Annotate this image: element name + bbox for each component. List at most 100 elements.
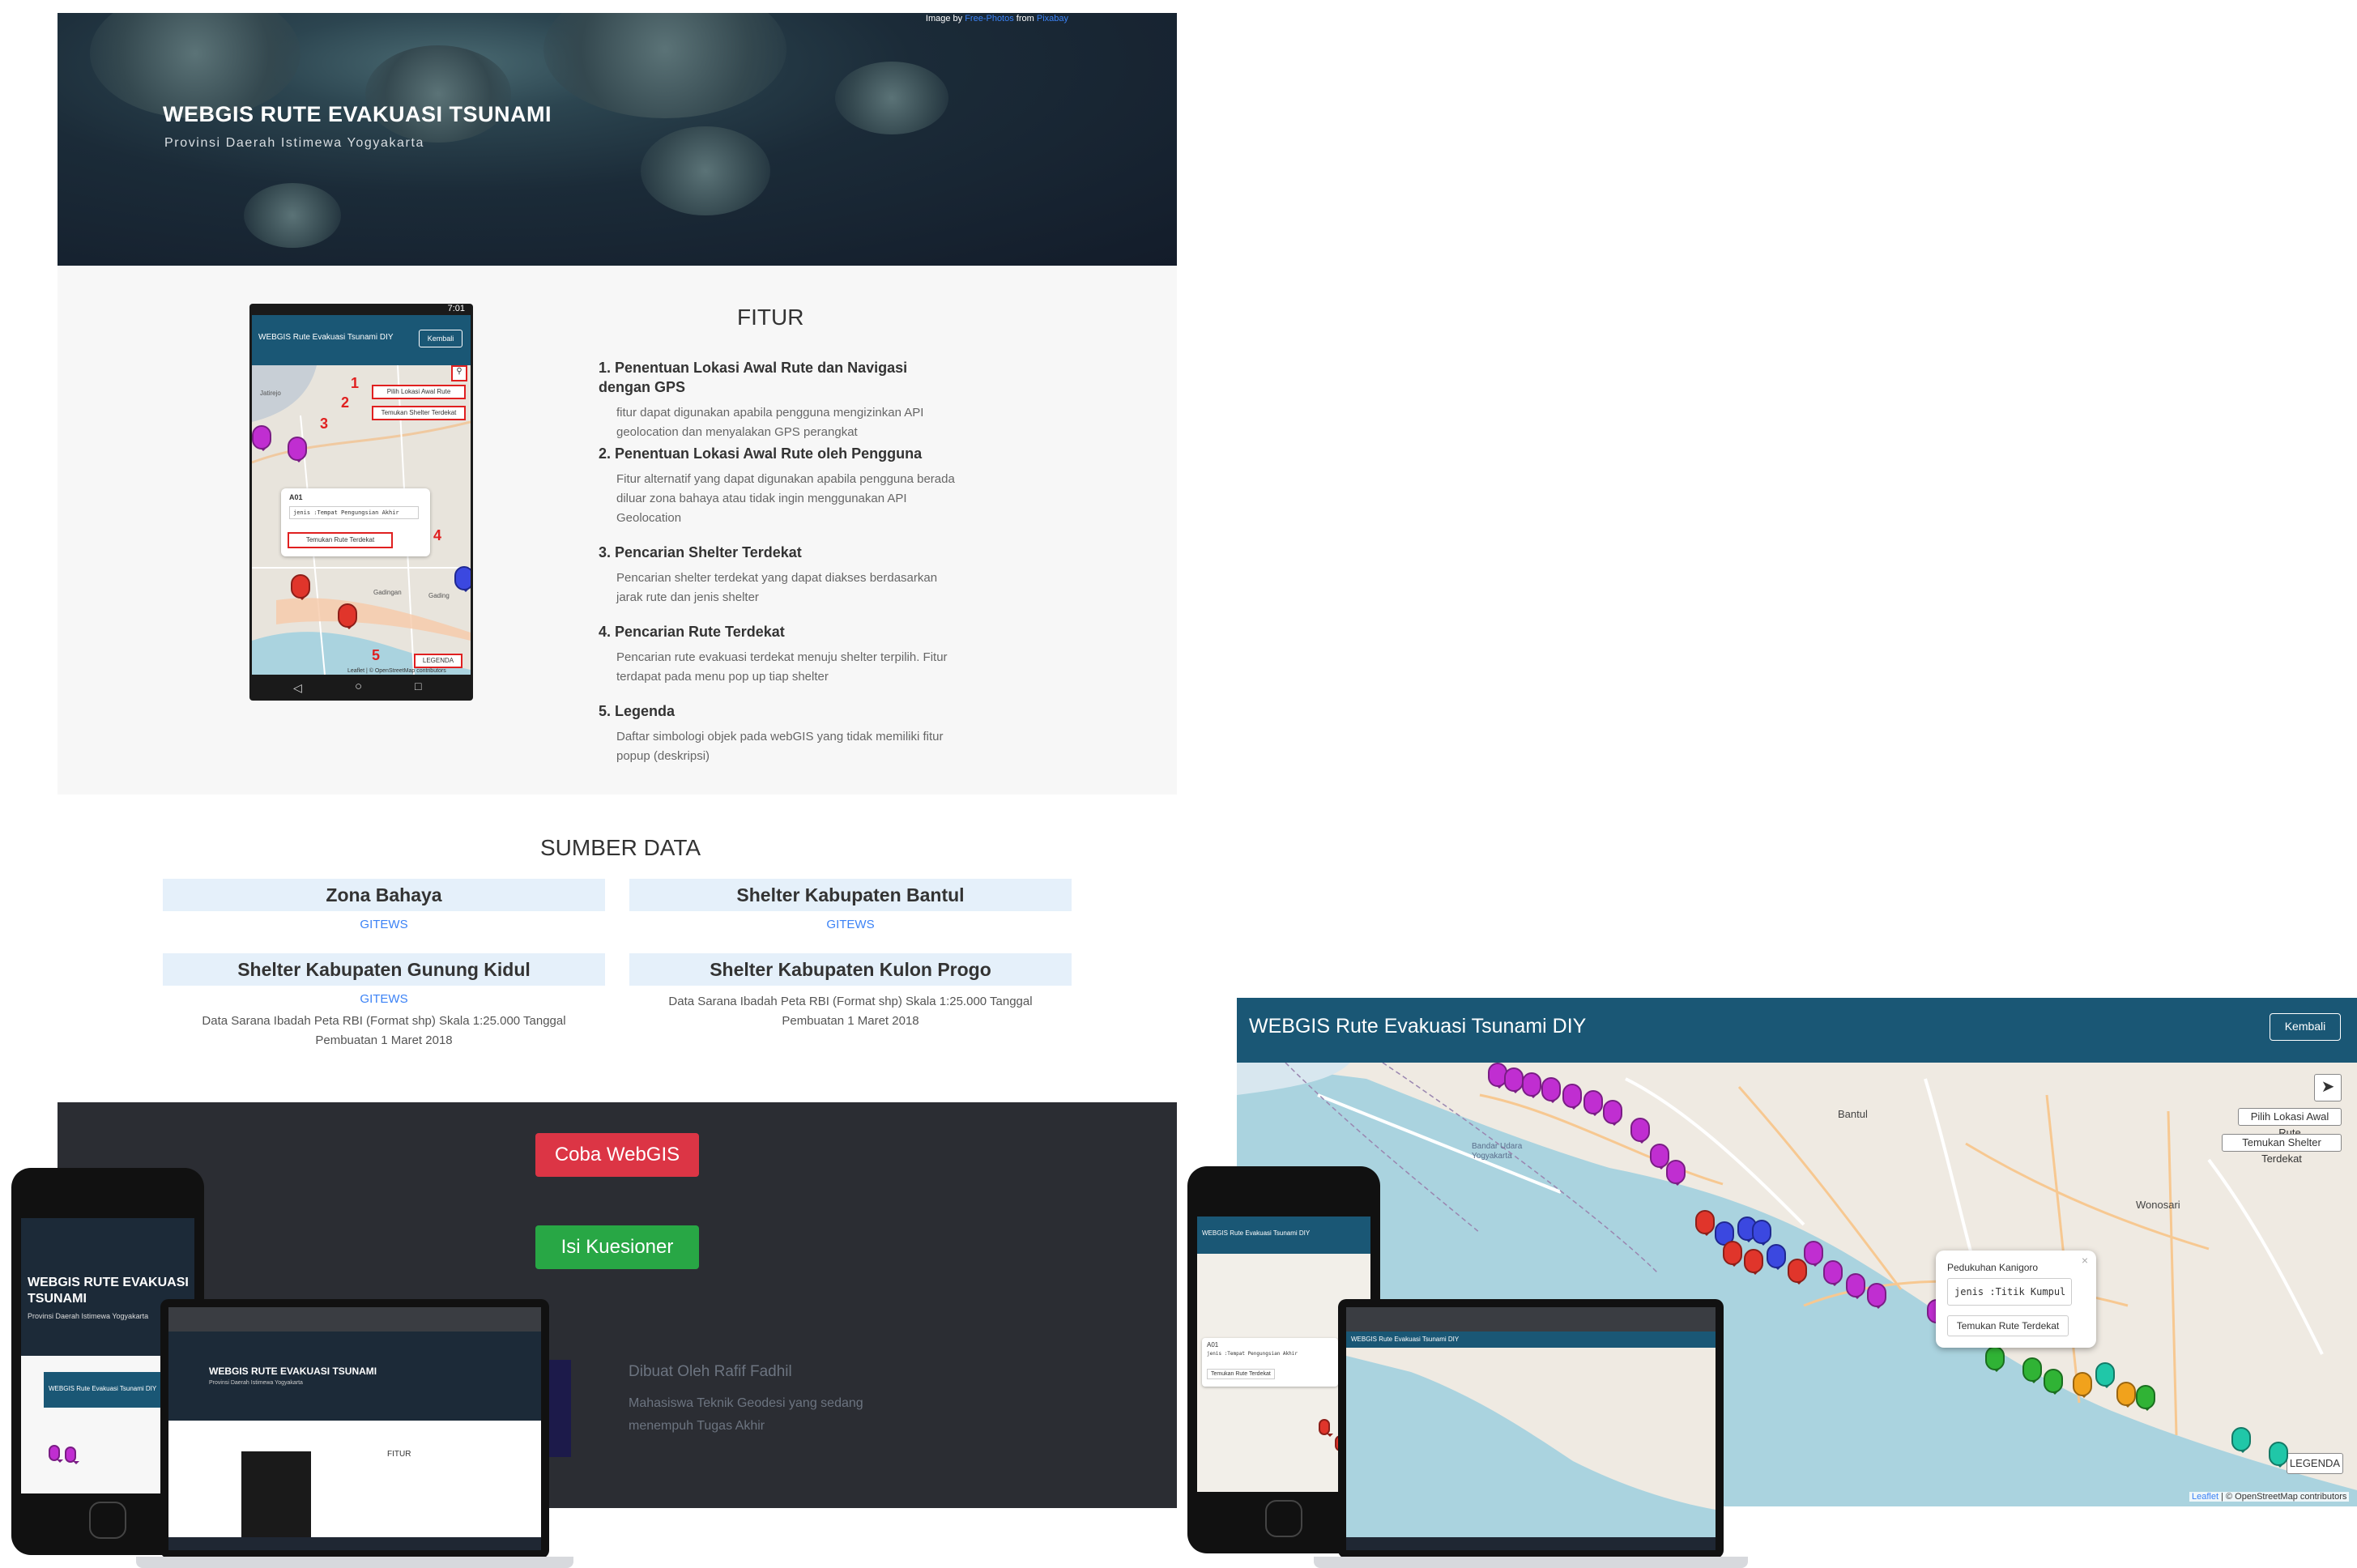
temukan-shelter-button[interactable]: Temukan Shelter Terdekat xyxy=(372,406,466,420)
source-title: Shelter Kabupaten Gunung Kidul xyxy=(163,953,605,986)
source-link[interactable]: GITEWS xyxy=(163,992,605,1006)
landing-page: Image by Free-Photos from Pixabay WEBGIS… xyxy=(58,13,1177,1508)
source-title: Zona Bahaya xyxy=(163,879,605,911)
credit-site-link[interactable]: Pixabay xyxy=(1037,14,1068,23)
credit-author-link[interactable]: Free-Photos xyxy=(965,14,1014,23)
shelter-marker-icon[interactable] xyxy=(1695,1210,1715,1236)
shelter-marker-icon[interactable] xyxy=(1562,1084,1582,1110)
close-icon[interactable]: × xyxy=(2082,1254,2088,1267)
leaflet-link[interactable]: Leaflet xyxy=(2192,1492,2218,1502)
mockup-laptop-left: WEBGIS RUTE EVAKUASI TSUNAMI Provinsi Da… xyxy=(136,1299,573,1568)
sumber-heading: SUMBER DATA xyxy=(540,835,701,860)
feature-item: 2. Penentuan Lokasi Awal Rute oleh Pengg… xyxy=(599,444,955,528)
back-button[interactable]: Kembali xyxy=(2270,1013,2341,1041)
temukan-shelter-button[interactable]: Temukan Shelter Terdekat xyxy=(2222,1134,2342,1165)
map-attribution: Leaflet | © OpenStreetMap contributors xyxy=(2189,1492,2350,1502)
shelter-marker-icon[interactable] xyxy=(1752,1220,1771,1246)
place-label: Bantul xyxy=(1838,1108,1868,1120)
shelter-marker-icon[interactable] xyxy=(1788,1259,1807,1285)
nav-recent-icon[interactable]: □ xyxy=(415,680,421,692)
phone-demo-screen: WEBGIS Rute Evakuasi Tsunami DIY Kembali… xyxy=(252,315,471,675)
feature-desc: Daftar simbologi objek pada webGIS yang … xyxy=(616,730,944,763)
shelter-marker-icon[interactable] xyxy=(338,603,357,629)
shelter-marker-icon[interactable] xyxy=(288,437,307,462)
shelter-marker-icon[interactable] xyxy=(1583,1090,1603,1116)
shelter-marker-icon[interactable] xyxy=(1319,1419,1333,1437)
shelter-marker-icon[interactable] xyxy=(49,1445,63,1463)
shelter-marker-icon[interactable] xyxy=(454,566,471,592)
coba-webgis-button[interactable]: Coba WebGIS xyxy=(535,1133,699,1177)
mockup-phone-right-home-button xyxy=(1265,1500,1302,1537)
gps-locate-icon[interactable]: ➤ xyxy=(2314,1074,2342,1101)
legenda-button[interactable]: LEGENDA xyxy=(2287,1453,2343,1474)
phone-demo-screenshot: 7:01 WEBGIS Rute Evakuasi Tsunami DIY Ke… xyxy=(249,304,473,701)
shelter-marker-icon[interactable] xyxy=(65,1447,79,1464)
source-link[interactable]: GITEWS xyxy=(629,918,1072,931)
shelter-marker-icon[interactable] xyxy=(1867,1283,1886,1309)
place-label: Gadingan xyxy=(373,589,402,596)
shelter-marker-icon[interactable] xyxy=(1630,1118,1650,1144)
fitur-heading: FITUR xyxy=(737,305,804,330)
place-label: Wonosari xyxy=(2136,1199,2180,1211)
map-navbar: WEBGIS Rute Evakuasi Tsunami DIY Kembali xyxy=(1237,998,2357,1063)
map-attribution: Leaflet | © OpenStreetMap contributors xyxy=(347,668,446,674)
marker-label: 5 xyxy=(372,647,381,663)
nav-back-icon[interactable]: ◁ xyxy=(293,681,302,695)
popup-name: Pedukuhan Kanigoro xyxy=(1947,1262,2039,1273)
mockup-laptop-right-title: WEBGIS Rute Evakuasi Tsunami DIY xyxy=(1346,1332,1716,1348)
mockup-laptop-heading: FITUR xyxy=(387,1450,411,1459)
shelter-marker-icon[interactable] xyxy=(1846,1273,1865,1299)
shelter-marker-icon[interactable] xyxy=(1522,1072,1541,1098)
mockup-phone-sub: Provinsi Daerah Istimewa Yogyakarta xyxy=(28,1312,149,1320)
shelter-marker-icon[interactable] xyxy=(1823,1260,1843,1286)
shelter-popup: × Pedukuhan Kanigoro jenis :Titik Kumpul… xyxy=(1936,1251,2096,1348)
status-time: 7:01 xyxy=(447,304,465,313)
mockup-taskbar xyxy=(1346,1537,1716,1550)
shelter-marker-icon[interactable] xyxy=(1666,1160,1686,1186)
legenda-button[interactable]: LEGENDA xyxy=(414,654,462,668)
pilih-lokasi-button[interactable]: Pilih Lokasi Awal Rute xyxy=(372,385,466,399)
shelter-marker-icon[interactable] xyxy=(1767,1244,1786,1270)
shelter-marker-icon[interactable] xyxy=(2044,1369,2063,1395)
shelter-marker-icon[interactable] xyxy=(1603,1100,1622,1126)
back-button[interactable]: Kembali xyxy=(419,330,462,347)
shelter-marker-icon[interactable] xyxy=(1804,1241,1823,1267)
shelter-marker-icon[interactable] xyxy=(1541,1077,1561,1103)
app-navbar: WEBGIS Rute Evakuasi Tsunami DIY Kembali xyxy=(252,315,471,365)
popup-route-button[interactable]: Temukan Rute Terdekat xyxy=(1947,1315,2069,1336)
shelter-marker-icon[interactable] xyxy=(1744,1249,1763,1275)
source-link[interactable]: GITEWS xyxy=(163,918,605,931)
popup-jenis: jenis :Titik Kumpul xyxy=(1947,1278,2072,1306)
mockup-laptop-base xyxy=(136,1557,573,1568)
shelter-marker-icon[interactable] xyxy=(1723,1241,1742,1267)
shelter-marker-icon[interactable] xyxy=(2269,1442,2288,1468)
mockup-phone-right-title: WEBGIS Rute Evakuasi Tsunami DIY xyxy=(1197,1216,1370,1254)
feature-title: 2. Penentuan Lokasi Awal Rute oleh Pengg… xyxy=(599,445,923,462)
mockup-laptop-sub: Provinsi Daerah Istimewa Yogyakarta xyxy=(209,1380,303,1386)
popup-route-button: Temukan Rute Terdekat xyxy=(1207,1369,1275,1379)
nav-home-icon[interactable]: ○ xyxy=(355,680,362,693)
mockup-laptop-right-base xyxy=(1314,1557,1748,1568)
shelter-marker-icon[interactable] xyxy=(252,425,271,451)
shelter-marker-icon[interactable] xyxy=(2022,1357,2042,1383)
feature-desc: Pencarian shelter terdekat yang dapat di… xyxy=(616,571,938,604)
isi-kuesioner-button[interactable]: Isi Kuesioner xyxy=(535,1225,699,1269)
pilih-lokasi-button[interactable]: Pilih Lokasi Awal Rute xyxy=(2238,1108,2342,1139)
shelter-marker-icon[interactable] xyxy=(1504,1067,1524,1093)
gps-locate-icon[interactable]: ⚲ xyxy=(451,365,467,381)
popup-route-button[interactable]: Temukan Rute Terdekat xyxy=(288,532,393,548)
hero-subtitle: Provinsi Daerah Istimewa Yogyakarta xyxy=(164,136,425,150)
image-credit: Image by Free-Photos from Pixabay xyxy=(926,14,1068,23)
author-name: Dibuat Oleh Rafif Fadhil xyxy=(629,1363,792,1380)
mockup-browser-bar xyxy=(1346,1307,1716,1332)
shelter-marker-icon[interactable] xyxy=(291,574,310,600)
shelter-marker-icon[interactable] xyxy=(2136,1385,2155,1411)
feature-desc: Fitur alternatif yang dapat digunakan ap… xyxy=(616,472,955,525)
shelter-marker-icon[interactable] xyxy=(1985,1346,2005,1372)
shelter-marker-icon[interactable] xyxy=(2073,1372,2092,1398)
feature-desc: Pencarian rute evakuasi terdekat menuju … xyxy=(616,650,948,684)
shelter-marker-icon[interactable] xyxy=(2095,1362,2115,1388)
feature-title: 3. Pencarian Shelter Terdekat xyxy=(599,544,802,560)
shelter-marker-icon[interactable] xyxy=(2116,1382,2136,1408)
shelter-marker-icon[interactable] xyxy=(2231,1427,2251,1453)
